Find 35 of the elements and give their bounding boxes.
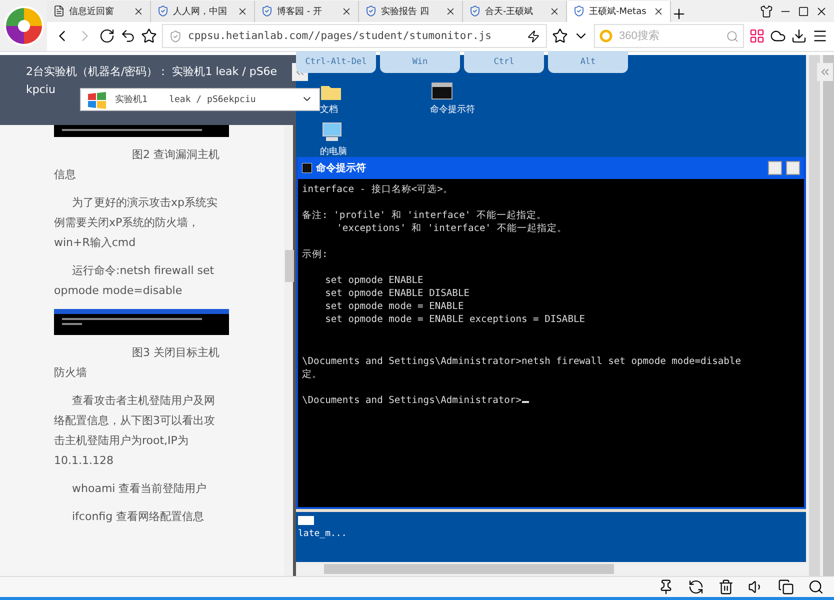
article-paragraph: whoami 查看当前登陆用户 [71, 481, 208, 497]
browser-tab[interactable]: 人人网，中国 [151, 0, 255, 22]
article-paragraph: ifconfig 查看网络配置信息 [71, 509, 206, 525]
console-line: set opmode mode = ENABLE [324, 300, 465, 313]
browser-tab[interactable]: 信息近回窗 [47, 0, 151, 22]
console-line: 'exceptions' 和 'interface' 不能一起指定。 [336, 222, 568, 235]
browser-tab[interactable]: 博客园 - 开 [255, 0, 359, 22]
browser-tab[interactable]: 实验报告 四 [359, 0, 463, 22]
figure-caption: 图3 关闭目标主机防火墙 [54, 345, 220, 381]
console-line: 备注: 'profile' 和 'interface' 不能一起指定。 [302, 209, 548, 222]
lab-machine-info: 2台实验机（机器名/密码）： 实验机1 leak / pS6e [26, 64, 278, 80]
console-line: 定。 [302, 368, 323, 381]
console-line: set opmode mode = ENABLE exceptions = DISABLE [324, 313, 586, 326]
search-field[interactable]: 360搜索 [594, 24, 744, 48]
console-line: 示例: [302, 248, 329, 261]
console-line: \Documents and Settings\Administrator> [302, 394, 800, 407]
browser-tab[interactable]: 合天-王硕斌 [463, 0, 567, 22]
machine-select[interactable]: 实验机1 leak / pS6ekpciu [80, 88, 320, 111]
article-paragraph: 运行命令:netsh firewall set opmode mode=disable [54, 263, 216, 299]
desktop-icon-label[interactable]: 命令提示符 [430, 103, 475, 116]
figure-caption: 图2 查询漏洞主机信息 [54, 147, 220, 183]
console-line: interface - 接口名称<可选>。 [302, 183, 454, 196]
window-title: 命令提示符 [316, 162, 367, 175]
console-line: set opmode ENABLE DISABLE [324, 287, 471, 300]
article-paragraph: 为了更好的演示攻击xp系统实例需要关闭xP系统的防火墙，win+R输入cmd [54, 195, 218, 251]
desktop-icon-label[interactable]: 文档 [320, 103, 338, 116]
article-paragraph: 查看攻击者主机登陆用户及网络配置信息，从下图3可以看出攻击主机登陆用户为root,IP为10.1.1.128 [54, 393, 216, 469]
console-line: set opmode ENABLE [324, 274, 424, 287]
lab-machine-info: kpciu [26, 82, 56, 98]
console-line: \Documents and Settings\Administrator>netsh firewall set opmode mode=disable [302, 355, 742, 368]
browser-tab[interactable]: 王硕斌-Metas [567, 0, 671, 22]
taskbar-item[interactable]: late_m... [298, 529, 806, 539]
desktop-icon-label[interactable]: 的电脑 [320, 145, 347, 158]
search-input[interactable]: 360搜索 [617, 29, 722, 44]
address-bar[interactable]: cppsu.hetianlab.com//pages/student/stumonitor.js [162, 24, 547, 48]
